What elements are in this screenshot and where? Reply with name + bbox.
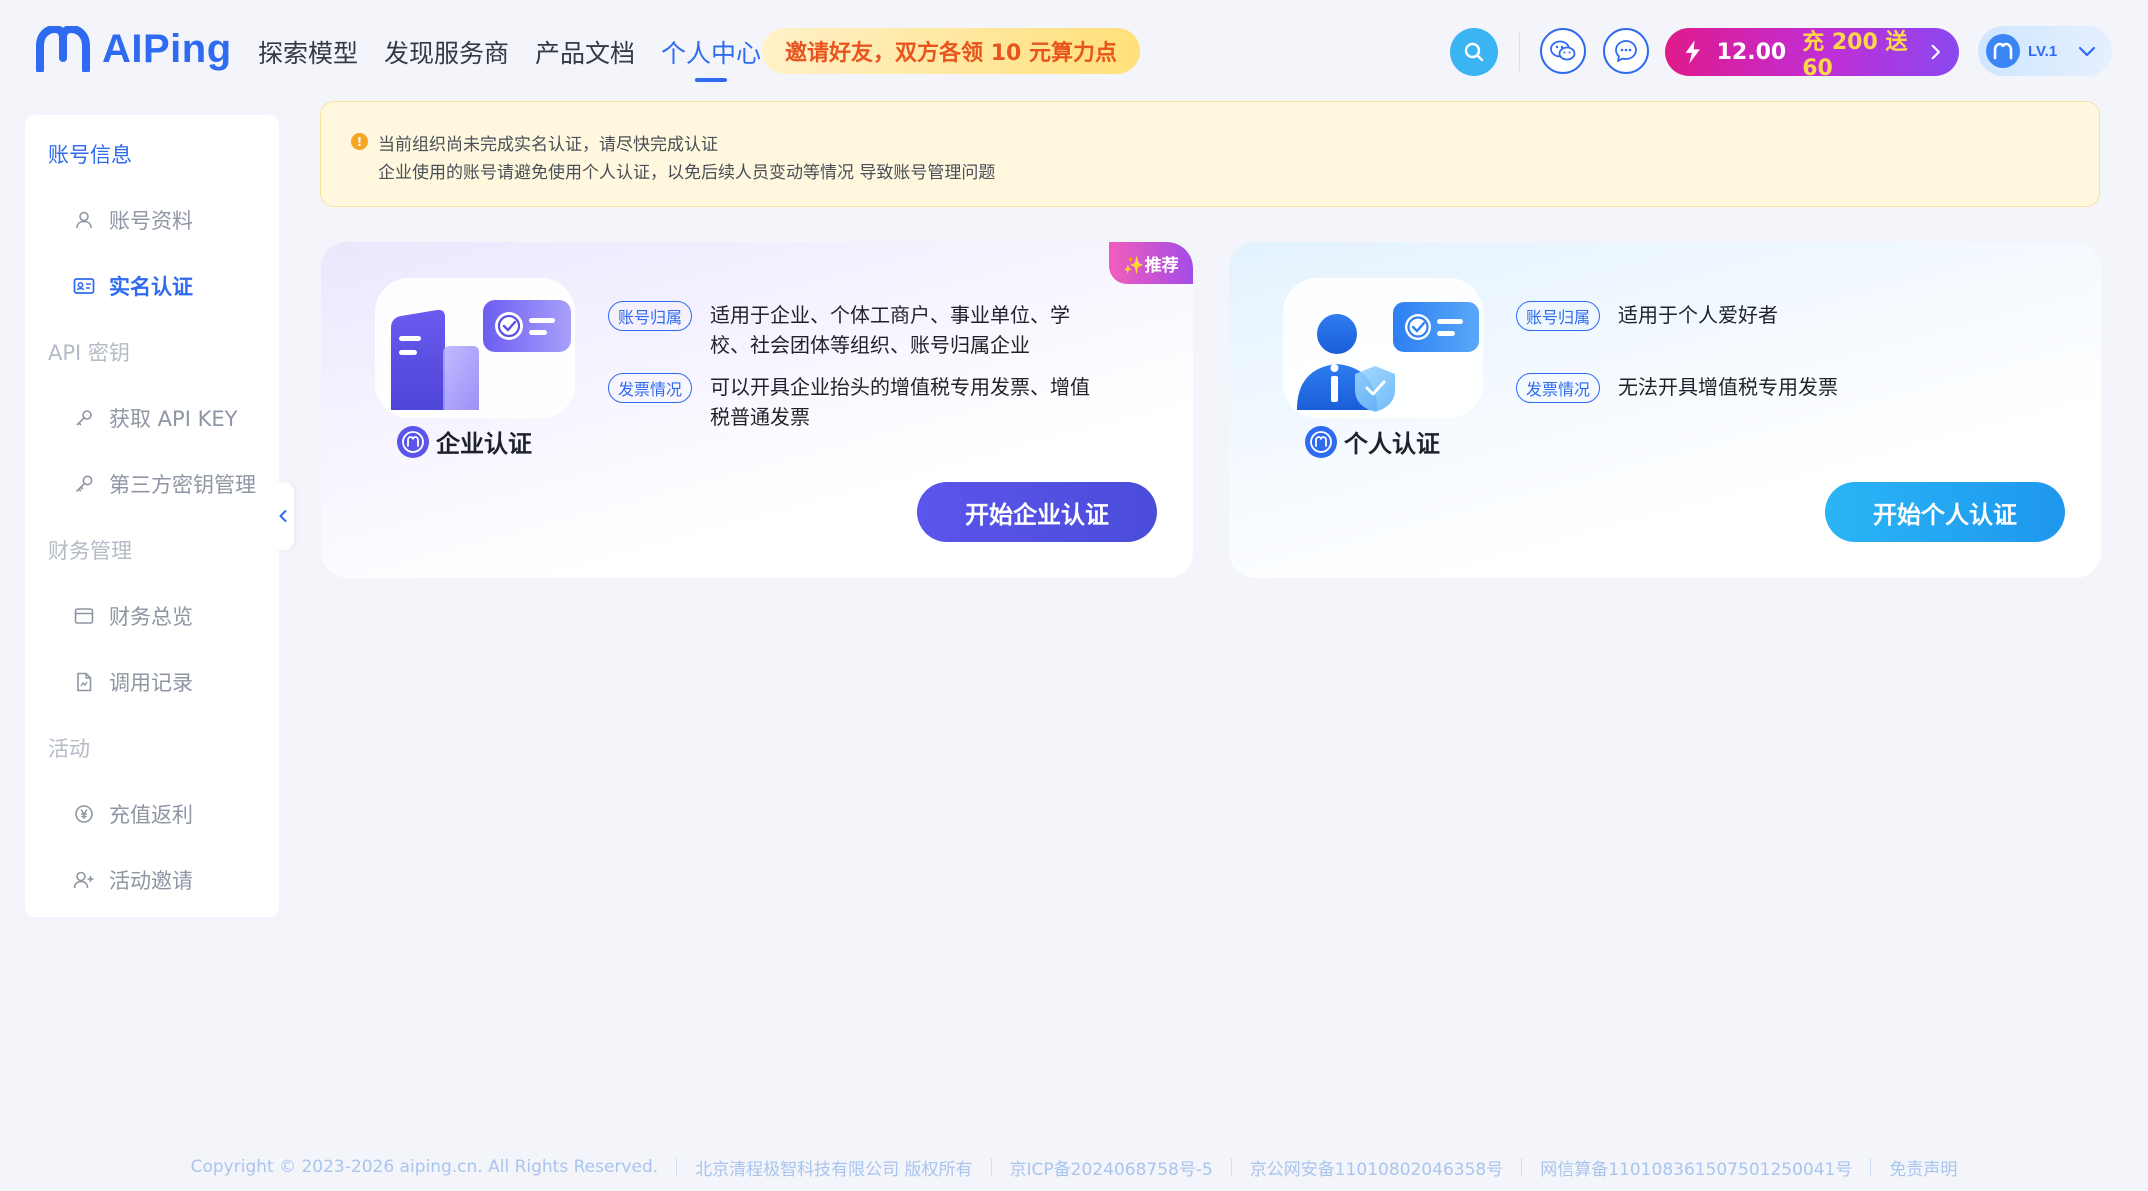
emblem-icon [397,425,429,458]
start-personal-auth-button[interactable]: 开始个人认证 [1825,482,2065,542]
header-divider [1519,33,1520,71]
sidebar-item-real-name-auth[interactable]: 实名认证 [73,271,193,301]
wallet-icon [73,605,95,627]
add-user-icon [73,869,95,891]
recharge-promo-text: 充 200 送 60 [1802,29,1908,81]
balance-recharge-button[interactable]: 12.00 充 200 送 60 [1665,28,1959,81]
person-id-card-icon [1297,302,1479,412]
nav-personal-center[interactable]: 个人中心 [661,34,761,70]
start-enterprise-auth-button[interactable]: 开始企业认证 [917,482,1157,542]
sidebar-collapse-button[interactable] [272,482,294,550]
top-header: AIPing 探索模型 发现服务商 产品文档 个人中心 邀请好友，双方各领 10… [0,0,2148,100]
logo-text: AIPing [102,26,232,71]
sidebar-item-account-profile[interactable]: 账号资料 [73,205,193,235]
notice-line-1: 当前组织尚未完成实名认证，请尽快完成认证 [378,135,718,155]
sidebar-item-label: 充值返利 [109,803,193,827]
footer-copyright: Copyright © 2023-2026 aiping.cn. All Rig… [190,1157,659,1177]
user-level-badge: LV.1 [2028,42,2058,60]
enterprise-auth-card: ✨推荐 企业认证 账号归属 适用于企业、个体工商户、事业单位、学校、社会团体等组… [321,242,1193,578]
sidebar-item-get-api-key[interactable]: 获取 API KEY [73,403,237,433]
sidebar-item-recharge-rebate[interactable]: 充值返利 [73,799,193,829]
wechat-icon [1550,40,1576,61]
sidebar-item-event-invitation[interactable]: 活动邀请 [73,865,193,895]
sidebar-group-activities[interactable]: 活动 [48,733,90,763]
enterprise-illustration [375,278,575,418]
balance-amount: 12.00 [1716,39,1787,65]
nav-explore-models[interactable]: 探索模型 [258,34,358,70]
avatar-logo-icon [1993,42,2013,60]
footer-algorithm-record-link[interactable]: 网信算备110108361507501250041号 [1540,1155,1852,1180]
search-button[interactable] [1450,28,1498,76]
document-icon [73,671,95,693]
sidebar-item-label: 财务总览 [109,605,193,629]
nav-discover-providers[interactable]: 发现服务商 [384,34,509,70]
sidebar-item-label: 活动邀请 [109,869,193,893]
user-menu[interactable]: LV.1 [1978,26,2112,76]
enterprise-account-row: 账号归属 适用于企业、个体工商户、事业单位、学校、社会团体等组织、账号归属企业 [608,300,1090,360]
message-icon [1615,40,1637,62]
personal-invoice-row: 发票情况 无法开具增值税专用发票 [1516,372,1998,403]
sidebar-item-finance-overview[interactable]: 财务总览 [73,601,193,631]
personal-title-text: 个人认证 [1344,430,1440,458]
footer-police-record-link[interactable]: 京公网安备11010802046358号 [1250,1155,1503,1180]
enterprise-title-text: 企业认证 [436,430,532,458]
enterprise-account-text: 适用于企业、个体工商户、事业单位、学校、社会团体等组织、账号归属企业 [710,303,1071,357]
yen-icon [73,803,95,825]
key-icon [73,473,95,495]
sidebar-item-label: 调用记录 [109,671,193,695]
personal-invoice-text: 无法开具增值税专用发票 [1618,375,1839,399]
sidebar-item-call-records[interactable]: 调用记录 [73,667,193,697]
chevron-left-icon [279,510,287,522]
building-id-card-icon [391,300,571,410]
footer-disclaimer-link[interactable]: 免责声明 [1889,1155,1957,1180]
sidebar: 账号信息 账号资料 实名认证 API 密钥 获取 API KEY 第三方密钥管理… [25,115,279,917]
account-ownership-tag: 账号归属 [608,301,693,331]
message-button[interactable] [1603,28,1649,74]
sidebar-item-label: 第三方密钥管理 [109,473,256,497]
personal-account-row: 账号归属 适用于个人爱好者 [1516,300,1998,331]
personal-card-title: 个人认证 [1305,424,1440,459]
avatar [1986,34,2020,68]
page-footer: Copyright © 2023-2026 aiping.cn. All Rig… [0,1154,2148,1180]
main-nav: 探索模型 发现服务商 产品文档 个人中心 [258,34,761,70]
account-ownership-tag: 账号归属 [1516,301,1601,331]
sidebar-item-third-party-keys[interactable]: 第三方密钥管理 [73,469,256,499]
personal-illustration [1283,278,1483,418]
invoice-status-tag: 发票情况 [1516,373,1601,403]
warning-icon: ! [351,133,368,150]
verification-notice: ! 当前组织尚未完成实名认证，请尽快完成认证 企业使用的账号请避免使用个人认证，… [320,101,2100,207]
enterprise-invoice-row: 发票情况 可以开具企业抬头的增值税专用发票、增值税普通发票 [608,372,1090,432]
lightning-icon [1685,40,1700,64]
sidebar-item-label: 实名认证 [109,275,193,299]
brand-logo[interactable]: AIPing [34,26,232,72]
wechat-button[interactable] [1540,28,1586,74]
sidebar-item-label: 获取 API KEY [109,407,238,431]
personal-account-text: 适用于个人爱好者 [1618,303,1779,327]
nav-product-docs[interactable]: 产品文档 [535,34,635,70]
personal-auth-card: 个人认证 账号归属 适用于个人爱好者 发票情况 无法开具增值税专用发票 开始个人… [1229,242,2101,578]
chevron-down-icon [2078,46,2096,57]
sidebar-group-account-info[interactable]: 账号信息 [48,139,132,169]
logo-icon [36,26,90,72]
invite-promo-banner[interactable]: 邀请好友，双方各领 10 元算力点 [762,28,1140,74]
recommended-badge: ✨推荐 [1109,242,1193,284]
emblem-icon [1305,425,1337,458]
enterprise-card-title: 企业认证 [397,424,532,459]
chevron-right-icon [1931,44,1941,60]
notice-line-2: 企业使用的账号请避免使用个人认证，以免后续人员变动等情况 导致账号管理问题 [378,163,996,183]
footer-company: 北京清程极智科技有限公司 版权所有 [695,1159,973,1180]
invoice-status-tag: 发票情况 [608,373,693,403]
sidebar-group-api-keys[interactable]: API 密钥 [48,337,130,367]
sidebar-group-finance[interactable]: 财务管理 [48,535,132,565]
link-key-icon [73,407,95,429]
search-icon [1464,42,1484,62]
enterprise-invoice-text: 可以开具企业抬头的增值税专用发票、增值税普通发票 [710,375,1091,429]
id-card-icon [73,275,95,297]
footer-icp-link[interactable]: 京ICP备2024068758号-5 [1010,1155,1213,1180]
sidebar-item-label: 账号资料 [109,209,193,233]
user-icon [73,209,95,231]
